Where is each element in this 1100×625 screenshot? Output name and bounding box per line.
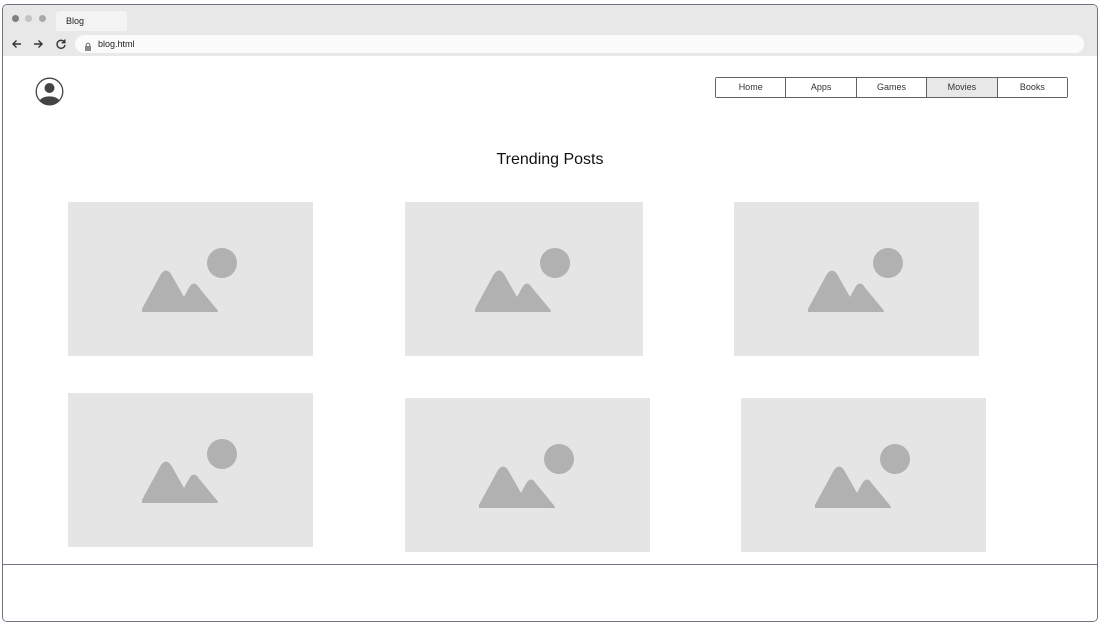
post-card[interactable]	[741, 398, 986, 552]
back-arrow-icon[interactable]	[11, 38, 23, 50]
post-card[interactable]	[405, 202, 643, 356]
window-close-dot[interactable]	[12, 15, 19, 22]
nav-home[interactable]: Home	[716, 78, 787, 97]
image-placeholder-icon	[814, 444, 910, 508]
window-maximize-dot[interactable]	[39, 15, 46, 22]
image-placeholder-icon	[478, 444, 574, 508]
image-placeholder-icon	[475, 248, 570, 312]
nav-books[interactable]: Books	[997, 78, 1068, 97]
browser-toolbar: Blog blog.html	[3, 5, 1097, 56]
post-card[interactable]	[734, 202, 979, 356]
page-title: Trending Posts	[496, 151, 604, 168]
main-nav: Home Apps Games Movies Books	[715, 77, 1068, 98]
forward-arrow-icon[interactable]	[32, 38, 44, 50]
url-text: blog.html	[98, 39, 135, 49]
post-card[interactable]	[68, 393, 313, 547]
window-minimize-dot[interactable]	[25, 15, 32, 22]
nav-games[interactable]: Games	[856, 78, 928, 97]
image-placeholder-icon	[141, 248, 237, 312]
post-card[interactable]	[405, 398, 650, 552]
browser-tab[interactable]: Blog	[56, 11, 127, 31]
lock-icon	[84, 39, 92, 57]
post-card[interactable]	[68, 202, 313, 356]
nav-movies[interactable]: Movies	[927, 78, 998, 97]
reload-icon[interactable]	[55, 38, 67, 50]
user-avatar-icon[interactable]	[35, 77, 64, 106]
page-footer	[3, 564, 1097, 621]
image-placeholder-icon	[141, 439, 237, 503]
image-placeholder-icon	[807, 248, 903, 312]
address-bar[interactable]: blog.html	[75, 35, 1084, 53]
browser-window: Blog blog.html Home Apps Games Movies Bo…	[2, 4, 1098, 622]
nav-apps[interactable]: Apps	[786, 78, 857, 97]
